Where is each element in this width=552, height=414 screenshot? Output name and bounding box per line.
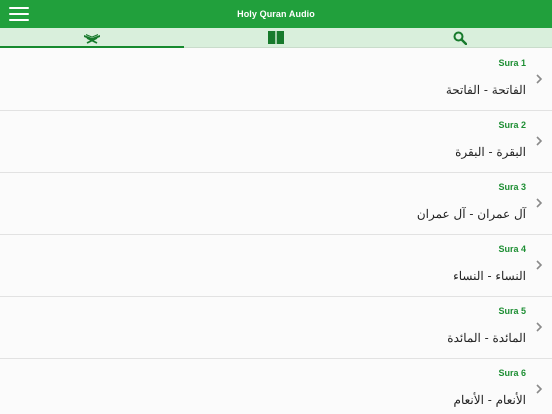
list-item[interactable]: Sura 2 البقرة - البقرة <box>0 111 552 173</box>
app-title: Holy Quran Audio <box>237 9 315 19</box>
book-icon <box>268 31 284 44</box>
chevron-right-icon <box>536 74 543 84</box>
sura-number: Sura 2 <box>498 120 526 130</box>
tab-quran[interactable] <box>0 28 184 48</box>
top-bar: Holy Quran Audio <box>0 0 552 28</box>
sura-name: المائدة - المائدة <box>447 331 526 345</box>
list-item[interactable]: Sura 6 الأنعام - الأنعام <box>0 359 552 414</box>
tab-book[interactable] <box>184 28 368 47</box>
chevron-right-icon <box>536 260 543 270</box>
sura-name: الفاتحة - الفاتحة <box>445 83 526 97</box>
chevron-right-icon <box>536 136 543 146</box>
search-icon <box>453 31 467 45</box>
sura-number: Sura 4 <box>498 244 526 254</box>
sura-list: Sura 1 الفاتحة - الفاتحة Sura 2 البقرة -… <box>0 49 552 414</box>
chevron-right-icon <box>536 198 543 208</box>
list-item[interactable]: Sura 5 المائدة - المائدة <box>0 297 552 359</box>
tab-bar <box>0 28 552 48</box>
list-item[interactable]: Sura 4 النساء - النساء <box>0 235 552 297</box>
tab-search[interactable] <box>368 28 552 47</box>
sura-number: Sura 3 <box>498 182 526 192</box>
chevron-right-icon <box>536 384 543 394</box>
sura-name: البقرة - البقرة <box>455 145 526 159</box>
sura-name: الأنعام - الأنعام <box>453 393 526 407</box>
sura-name: آل عمران - آل عمران <box>416 207 526 221</box>
sura-name: النساء - النساء <box>453 269 526 283</box>
list-item[interactable]: Sura 1 الفاتحة - الفاتحة <box>0 49 552 111</box>
sura-number: Sura 6 <box>498 368 526 378</box>
app-window: Holy Quran Audio Sura 1 الفاتحة - الفاتح… <box>0 0 552 414</box>
quran-stand-icon <box>84 33 100 44</box>
sura-number: Sura 1 <box>498 58 526 68</box>
list-item[interactable]: Sura 3 آل عمران - آل عمران <box>0 173 552 235</box>
menu-icon[interactable] <box>9 7 29 21</box>
sura-number: Sura 5 <box>498 306 526 316</box>
chevron-right-icon <box>536 322 543 332</box>
